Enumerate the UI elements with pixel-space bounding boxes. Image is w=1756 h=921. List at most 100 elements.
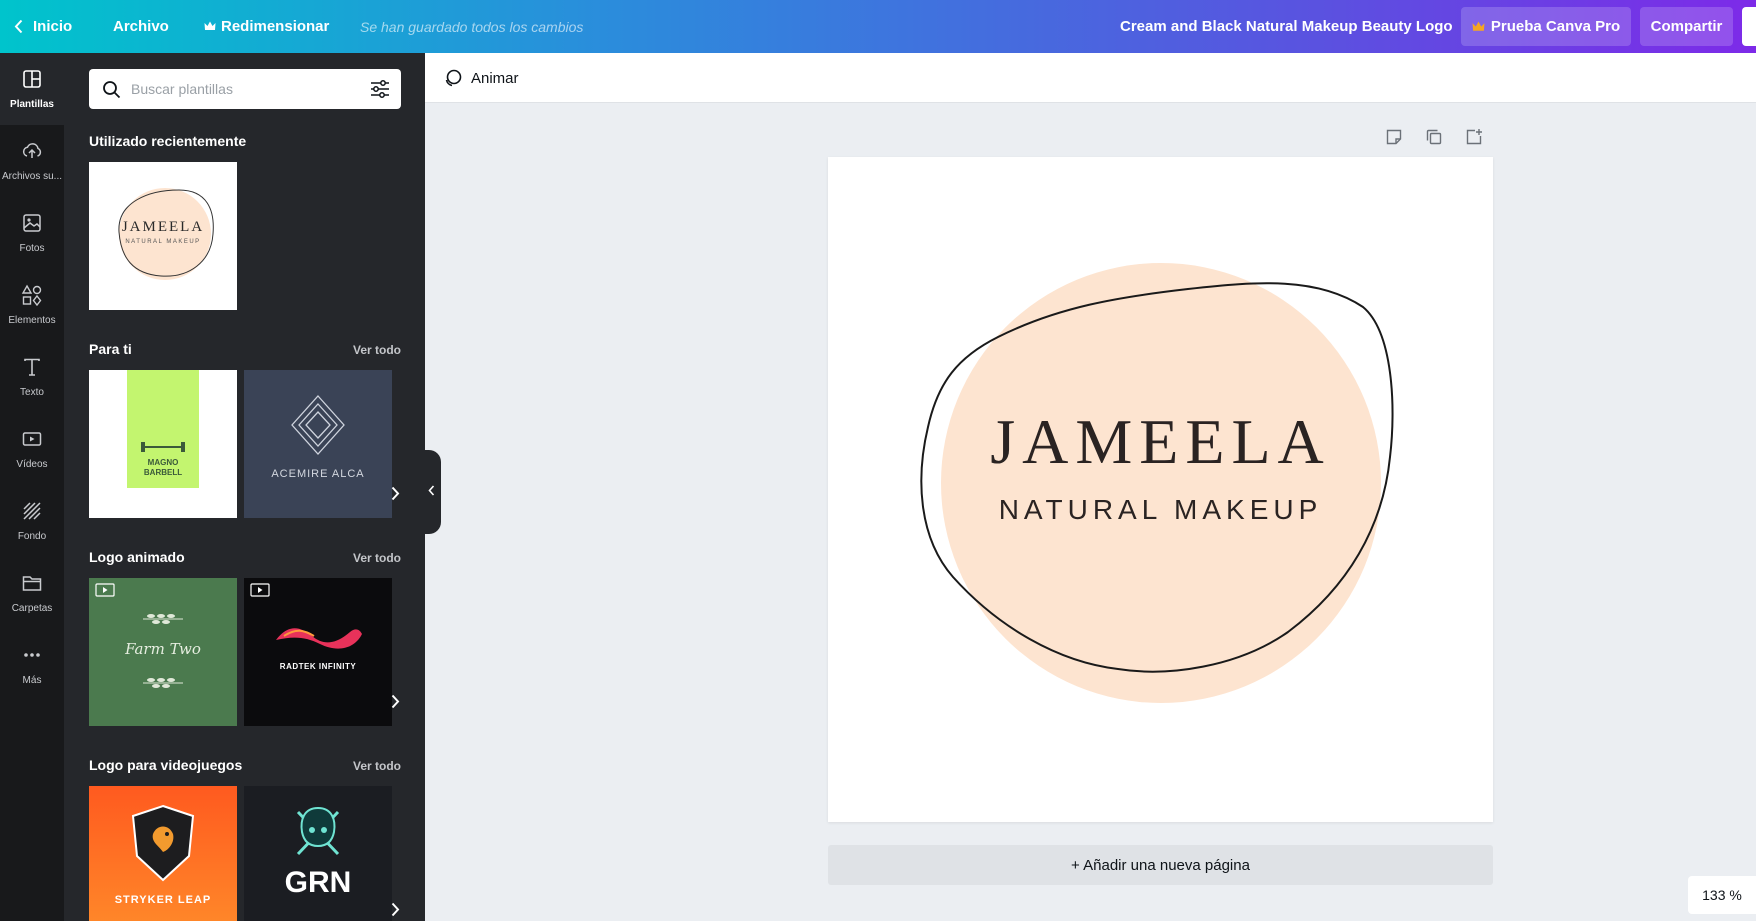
video-badge-icon xyxy=(250,583,270,597)
rail-item-uploads[interactable]: Archivos su... xyxy=(0,125,64,197)
rail-item-text[interactable]: Texto xyxy=(0,341,64,413)
rail-label: Plantillas xyxy=(10,99,54,110)
search-icon xyxy=(102,80,121,99)
gaming-logo-next-button[interactable] xyxy=(384,897,406,921)
duplicate-page-icon[interactable] xyxy=(1425,128,1443,146)
rail-item-photos[interactable]: Fotos xyxy=(0,197,64,269)
home-button[interactable]: Inicio xyxy=(14,0,72,53)
templates-icon xyxy=(21,68,43,93)
animate-icon xyxy=(443,68,463,88)
template-thumb-text: RADTEK INFINITY xyxy=(279,662,357,671)
logo-artwork xyxy=(920,263,1394,703)
for-you-section-title: Para ti xyxy=(89,341,132,357)
swoosh-icon xyxy=(274,622,364,652)
download-button[interactable] xyxy=(1742,7,1756,46)
leaf-icon xyxy=(139,676,187,690)
upload-cloud-icon xyxy=(21,140,43,165)
try-pro-button[interactable]: Prueba Canva Pro xyxy=(1461,7,1631,46)
template-thumb-text: Farm Two xyxy=(125,640,201,658)
page-tools xyxy=(1385,128,1483,146)
chevron-left-icon xyxy=(14,19,23,34)
chevron-right-icon xyxy=(391,694,400,714)
rail-label: Archivos su... xyxy=(1,171,63,182)
gaming-logo-see-all-link[interactable]: Ver todo xyxy=(353,759,401,773)
template-thumb-text: GRN xyxy=(284,866,352,899)
add-new-page-button[interactable]: + Añadir una nueva página xyxy=(828,845,1493,885)
home-label: Inicio xyxy=(33,18,73,35)
top-bar: Inicio Archivo Redimensionar Se han guar… xyxy=(0,0,1756,53)
template-thumb[interactable]: ACEMIRE ALCA xyxy=(244,370,392,518)
editor-toolbar: Animar xyxy=(425,53,1756,103)
file-menu-button[interactable]: Archivo xyxy=(113,0,169,53)
skull-icon xyxy=(288,802,348,864)
resize-label: Redimensionar xyxy=(221,18,330,35)
rail-label: Vídeos xyxy=(16,459,48,470)
rail-label: Fondo xyxy=(17,531,47,542)
logo-blob xyxy=(941,263,1381,703)
recent-thumb-brand: JAMEELA xyxy=(121,219,205,235)
animate-button[interactable]: Animar xyxy=(443,61,519,95)
logo-brand-text: JAMEELA xyxy=(990,406,1331,477)
chevron-right-icon xyxy=(391,486,400,506)
search-input[interactable] xyxy=(131,81,351,97)
collapse-panel-button[interactable] xyxy=(421,450,441,534)
template-thumb-text: STRYKER LEAP xyxy=(114,894,212,906)
recent-template-thumb[interactable]: JAMEELA NATURAL MAKEUP xyxy=(89,162,237,310)
gaming-logo-section-title: Logo para videojuegos xyxy=(89,757,243,773)
rail-label: Texto xyxy=(20,387,44,398)
template-thumb[interactable]: GRN xyxy=(244,786,392,921)
template-thumb[interactable]: MAGNO BARBELL xyxy=(89,370,237,518)
folder-icon xyxy=(21,572,43,597)
animated-logo-next-button[interactable] xyxy=(384,689,406,719)
photo-icon xyxy=(21,212,43,237)
crown-icon xyxy=(204,21,216,32)
design-title[interactable]: Cream and Black Natural Makeup Beauty Lo… xyxy=(1120,0,1453,53)
video-icon xyxy=(21,428,43,453)
rail-label: Elementos xyxy=(8,315,56,326)
shapes-icon xyxy=(21,284,43,309)
chevron-left-icon xyxy=(427,483,435,501)
video-badge-icon xyxy=(95,583,115,597)
rail-item-videos[interactable]: Vídeos xyxy=(0,413,64,485)
template-thumb-text: MAGNO BARBELL xyxy=(143,458,183,477)
recent-section-title: Utilizado recientemente xyxy=(89,133,247,149)
save-status: Se han guardado todos los cambios xyxy=(360,18,584,35)
rail-item-elements[interactable]: Elementos xyxy=(0,269,64,341)
share-button[interactable]: Compartir xyxy=(1640,7,1733,46)
chevron-right-icon xyxy=(391,902,400,921)
animate-label: Animar xyxy=(471,69,519,87)
rail-item-more[interactable]: Más xyxy=(0,629,64,701)
for-you-see-all-link[interactable]: Ver todo xyxy=(353,343,401,357)
background-icon xyxy=(21,500,43,525)
rail-item-templates[interactable]: Plantillas xyxy=(0,53,64,125)
zoom-level-button[interactable]: 133 % xyxy=(1688,876,1756,914)
leaf-icon xyxy=(139,612,187,626)
add-page-icon[interactable] xyxy=(1465,128,1483,146)
rail-label: Fotos xyxy=(19,243,45,254)
rail-label: Más xyxy=(22,675,42,686)
resize-button[interactable]: Redimensionar xyxy=(204,0,329,53)
template-thumb[interactable]: STRYKER LEAP xyxy=(89,786,237,921)
file-label: Archivo xyxy=(113,18,169,35)
shield-icon xyxy=(129,804,197,882)
share-label: Compartir xyxy=(1650,18,1723,35)
rail-item-folders[interactable]: Carpetas xyxy=(0,557,64,629)
design-page[interactable]: JAMEELA NATURAL MAKEUP xyxy=(828,157,1493,822)
animated-logo-see-all-link[interactable]: Ver todo xyxy=(353,551,401,565)
logo-tagline-text: NATURAL MAKEUP xyxy=(998,494,1323,525)
text-icon xyxy=(21,356,43,381)
recent-thumb-tagline: NATURAL MAKEUP xyxy=(125,239,201,245)
template-thumb[interactable]: Farm Two xyxy=(89,578,237,726)
template-search xyxy=(89,69,401,109)
left-rail: Plantillas Archivos su... Fotos Elemento… xyxy=(0,53,64,921)
template-thumb[interactable]: RADTEK INFINITY xyxy=(244,578,392,726)
for-you-next-button[interactable] xyxy=(384,481,406,511)
crown-icon xyxy=(1472,21,1485,33)
try-pro-label: Prueba Canva Pro xyxy=(1490,18,1621,35)
note-icon[interactable] xyxy=(1385,128,1403,146)
rail-item-background[interactable]: Fondo xyxy=(0,485,64,557)
animated-logo-section-title: Logo animado xyxy=(89,549,185,565)
rail-label: Carpetas xyxy=(11,603,53,614)
filter-icon[interactable] xyxy=(370,80,390,98)
template-thumb-text: ACEMIRE ALCA xyxy=(271,468,365,480)
